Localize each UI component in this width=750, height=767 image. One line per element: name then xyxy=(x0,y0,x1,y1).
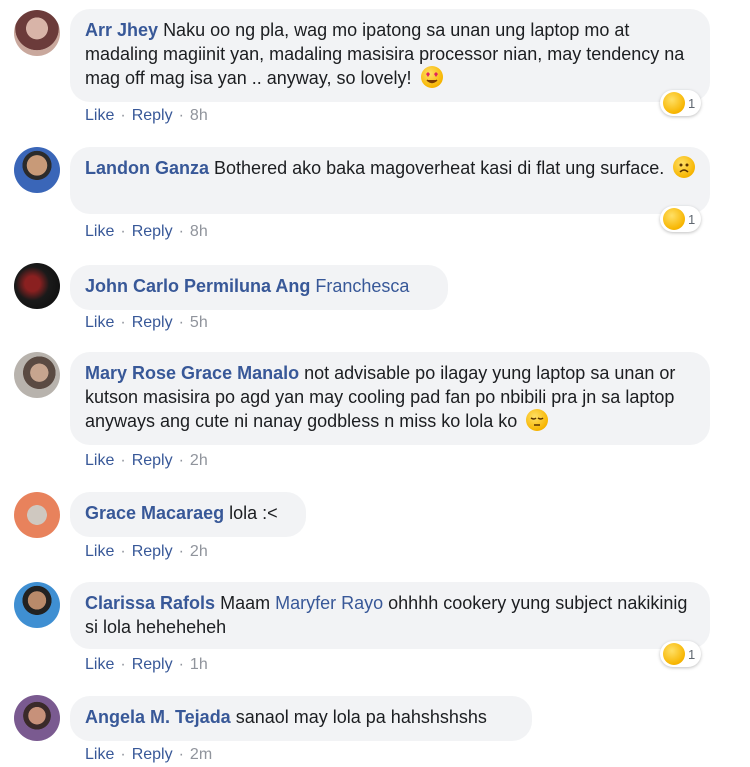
pensive-emoji-icon xyxy=(526,409,549,431)
avatar[interactable] xyxy=(14,582,60,628)
reply-link[interactable]: Reply xyxy=(132,656,173,673)
mention-link[interactable]: Franchesca xyxy=(315,276,409,296)
comment-item: Arr Jhey Naku oo ng pla, wag mo ipatong … xyxy=(0,0,750,130)
reaction-summary[interactable]: 1 xyxy=(660,90,702,116)
reaction-count: 1 xyxy=(688,211,696,227)
comment-timestamp[interactable]: 1h xyxy=(190,656,208,673)
comment-item: Clarissa Rafols Maam Maryfer Rayo ohhhh … xyxy=(0,575,750,680)
reaction-count: 1 xyxy=(688,646,696,662)
frown-emoji-icon xyxy=(673,156,696,178)
comment-actions: Like · Reply · 2m xyxy=(85,746,213,763)
comment-actions: Like · Reply · 5h xyxy=(85,314,208,331)
comment-author-link[interactable]: Arr Jhey xyxy=(85,20,158,40)
comment-author-link[interactable]: Angela M. Tejada xyxy=(85,707,231,727)
mention-link[interactable]: Maryfer Rayo xyxy=(275,593,383,613)
comment-timestamp[interactable]: 2h xyxy=(190,452,208,469)
avatar[interactable] xyxy=(14,263,60,309)
reply-link[interactable]: Reply xyxy=(132,543,173,560)
like-link[interactable]: Like xyxy=(85,543,114,560)
like-link[interactable]: Like xyxy=(85,746,114,763)
comment-item: John Carlo Permiluna Ang Franchesca Like… xyxy=(0,258,750,343)
comment-text: Naku oo ng pla, wag mo ipatong sa unan u… xyxy=(85,20,685,88)
comment-item: Grace Macaraeg lola :< Like · Reply · 2h xyxy=(0,485,750,570)
comment-author-link[interactable]: Clarissa Rafols xyxy=(85,593,215,613)
like-link[interactable]: Like xyxy=(85,223,114,240)
comment-timestamp[interactable]: 2m xyxy=(190,746,212,763)
haha-reaction-icon xyxy=(663,643,685,665)
comment-bubble: Arr Jhey Naku oo ng pla, wag mo ipatong … xyxy=(70,9,710,102)
comment-timestamp[interactable]: 5h xyxy=(190,314,208,331)
comment-actions: Like · Reply · 2h xyxy=(85,543,208,560)
comment-bubble: John Carlo Permiluna Ang Franchesca xyxy=(70,265,448,310)
comment-actions: Like · Reply · 8h xyxy=(85,107,208,124)
reply-link[interactable]: Reply xyxy=(132,314,173,331)
comment-bubble: Grace Macaraeg lola :< xyxy=(70,492,306,537)
comment-bubble: Mary Rose Grace Manalo not advisable po … xyxy=(70,352,710,445)
like-link[interactable]: Like xyxy=(85,314,114,331)
reply-link[interactable]: Reply xyxy=(132,452,173,469)
avatar[interactable] xyxy=(14,352,60,398)
reply-link[interactable]: Reply xyxy=(132,107,173,124)
comment-actions: Like · Reply · 8h xyxy=(85,223,208,240)
comment-bubble: Clarissa Rafols Maam Maryfer Rayo ohhhh … xyxy=(70,582,710,649)
comment-bubble: Angela M. Tejada sanaol may lola pa hahs… xyxy=(70,696,532,741)
haha-reaction-icon xyxy=(663,92,685,114)
reply-link[interactable]: Reply xyxy=(132,223,173,240)
avatar[interactable] xyxy=(14,695,60,741)
comment-text: Bothered ako baka magoverheat kasi di fl… xyxy=(214,158,665,178)
reply-link[interactable]: Reply xyxy=(132,746,173,763)
comment-item: Landon Ganza Bothered ako baka magoverhe… xyxy=(0,135,750,245)
comment-actions: Like · Reply · 1h xyxy=(85,656,208,673)
comment-item: Angela M. Tejada sanaol may lola pa hahs… xyxy=(0,688,750,767)
comment-author-link[interactable]: Mary Rose Grace Manalo xyxy=(85,363,299,383)
like-link[interactable]: Like xyxy=(85,107,114,124)
comment-author-link[interactable]: Grace Macaraeg xyxy=(85,503,224,523)
comment-item: Mary Rose Grace Manalo not advisable po … xyxy=(0,345,750,480)
like-link[interactable]: Like xyxy=(85,452,114,469)
comment-text: sanaol may lola pa hahshshshs xyxy=(235,707,487,727)
like-link[interactable]: Like xyxy=(85,656,114,673)
avatar[interactable] xyxy=(14,147,60,193)
reaction-count: 1 xyxy=(688,95,696,111)
comment-author-link[interactable]: John Carlo Permiluna Ang xyxy=(85,276,310,296)
sad-reaction-icon xyxy=(663,208,685,230)
reaction-summary[interactable]: 1 xyxy=(660,206,702,232)
comment-timestamp[interactable]: 8h xyxy=(190,107,208,124)
comment-bubble: Landon Ganza Bothered ako baka magoverhe… xyxy=(70,147,710,214)
comment-actions: Like · Reply · 2h xyxy=(85,452,208,469)
comment-timestamp[interactable]: 8h xyxy=(190,223,208,240)
comment-text-prefix: Maam xyxy=(220,593,271,613)
comment-author-link[interactable]: Landon Ganza xyxy=(85,158,209,178)
comment-text: lola :< xyxy=(229,503,278,523)
reaction-summary[interactable]: 1 xyxy=(660,641,702,667)
avatar[interactable] xyxy=(14,492,60,538)
heart-eyes-emoji-icon xyxy=(420,66,443,88)
avatar[interactable] xyxy=(14,10,60,56)
comment-timestamp[interactable]: 2h xyxy=(190,543,208,560)
